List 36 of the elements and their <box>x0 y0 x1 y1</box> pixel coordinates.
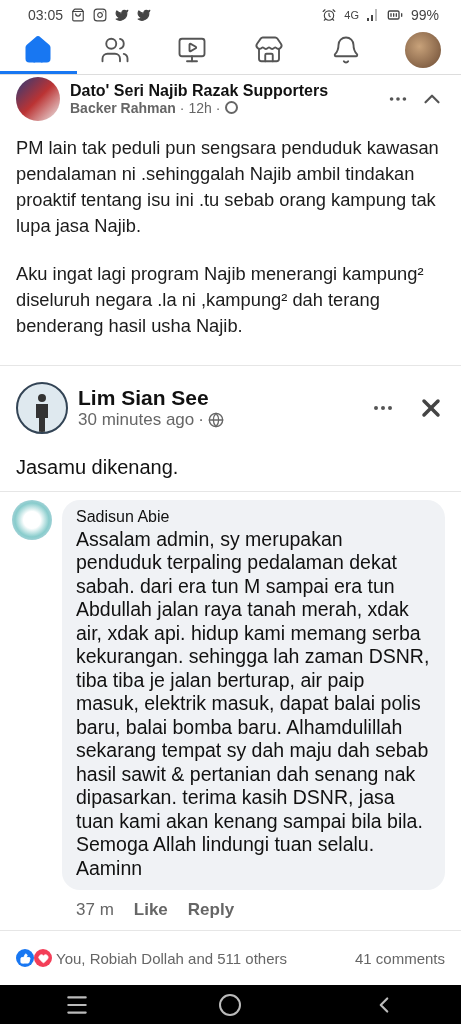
reaction-icons <box>16 949 52 968</box>
post-text: PM lain tak peduli pun sengsara penduduk kawasan pendalaman ni .sehinggalah Najib ambil tindakan proaktif tentang isu ini .tu sebab orang kampung tak lupa jasa Najib. <box>16 135 440 238</box>
separator: · <box>215 99 221 116</box>
signal-icon <box>366 8 379 21</box>
post-author[interactable]: Backer Rahman <box>70 99 176 116</box>
commenter-avatar <box>12 499 52 540</box>
bird-icon <box>137 7 152 22</box>
comment-time: 37 m <box>76 900 114 921</box>
globe-icon <box>207 411 224 428</box>
alarm-icon <box>322 7 337 22</box>
group-name[interactable]: Dato' Seri Najib Razak Supporters <box>70 81 377 100</box>
comment-action[interactable]: Reply <box>187 900 235 921</box>
profile-avatar <box>404 31 441 68</box>
comment-text: Assalam admin, sy merupakan penduduk terpaling pedalaman dekat sabah. dari era tun M sampai era tun Abdullah jalan raya tanah merah, xdak air, xdak api. hidup kami memang serba kekurangan. sehingga lah zaman DSNR, tiba tiba je jalan berturap, air paip masuk, elektrik masuk, dapat balai polis baru, balai bomba baru. Alhamdulillah sekarang tempat sy dah maju dah sebab hasil sawit & pertanian dah senang nak dipasarkan. terima kasih DSNR, jasa tuan kami akan kenang sampai bila bila. Semoga Allah lindungi tuan selalu. Aaminn <box>76 527 431 881</box>
home-icon <box>23 34 54 65</box>
store-icon <box>253 34 284 65</box>
bag-icon <box>71 7 86 22</box>
reaction-summary[interactable]: You, Robiah Dollah and 511 others <box>56 949 287 967</box>
comment-count[interactable]: 41 comments <box>354 949 445 967</box>
status-time: 03:05 <box>28 6 64 23</box>
comment-action[interactable]: Like <box>133 900 168 921</box>
network-label: 4G <box>344 8 359 21</box>
profile-avatar <box>16 381 68 434</box>
separator: · <box>179 99 185 116</box>
post-text: Jasamu dikenang. <box>16 455 180 479</box>
battery-level: 99% <box>410 6 439 23</box>
post-text: Aku ingat lagi program Najib menerangi kampung² diseluruh negara .la ni ,kampung² dah terang benderang hasil usha Najib. <box>16 261 425 338</box>
author-name[interactable]: Lim Sian See <box>78 385 361 410</box>
instagram-icon <box>93 7 108 22</box>
commenter-name[interactable]: Sadisun Abie <box>76 507 431 526</box>
group-avatar <box>16 76 60 121</box>
separator: · <box>198 409 204 430</box>
home-button-icon[interactable] <box>218 992 243 1017</box>
post-time: 12h <box>188 99 212 116</box>
bird-icon <box>115 7 130 22</box>
post-time: 30 minutes ago <box>78 409 195 430</box>
